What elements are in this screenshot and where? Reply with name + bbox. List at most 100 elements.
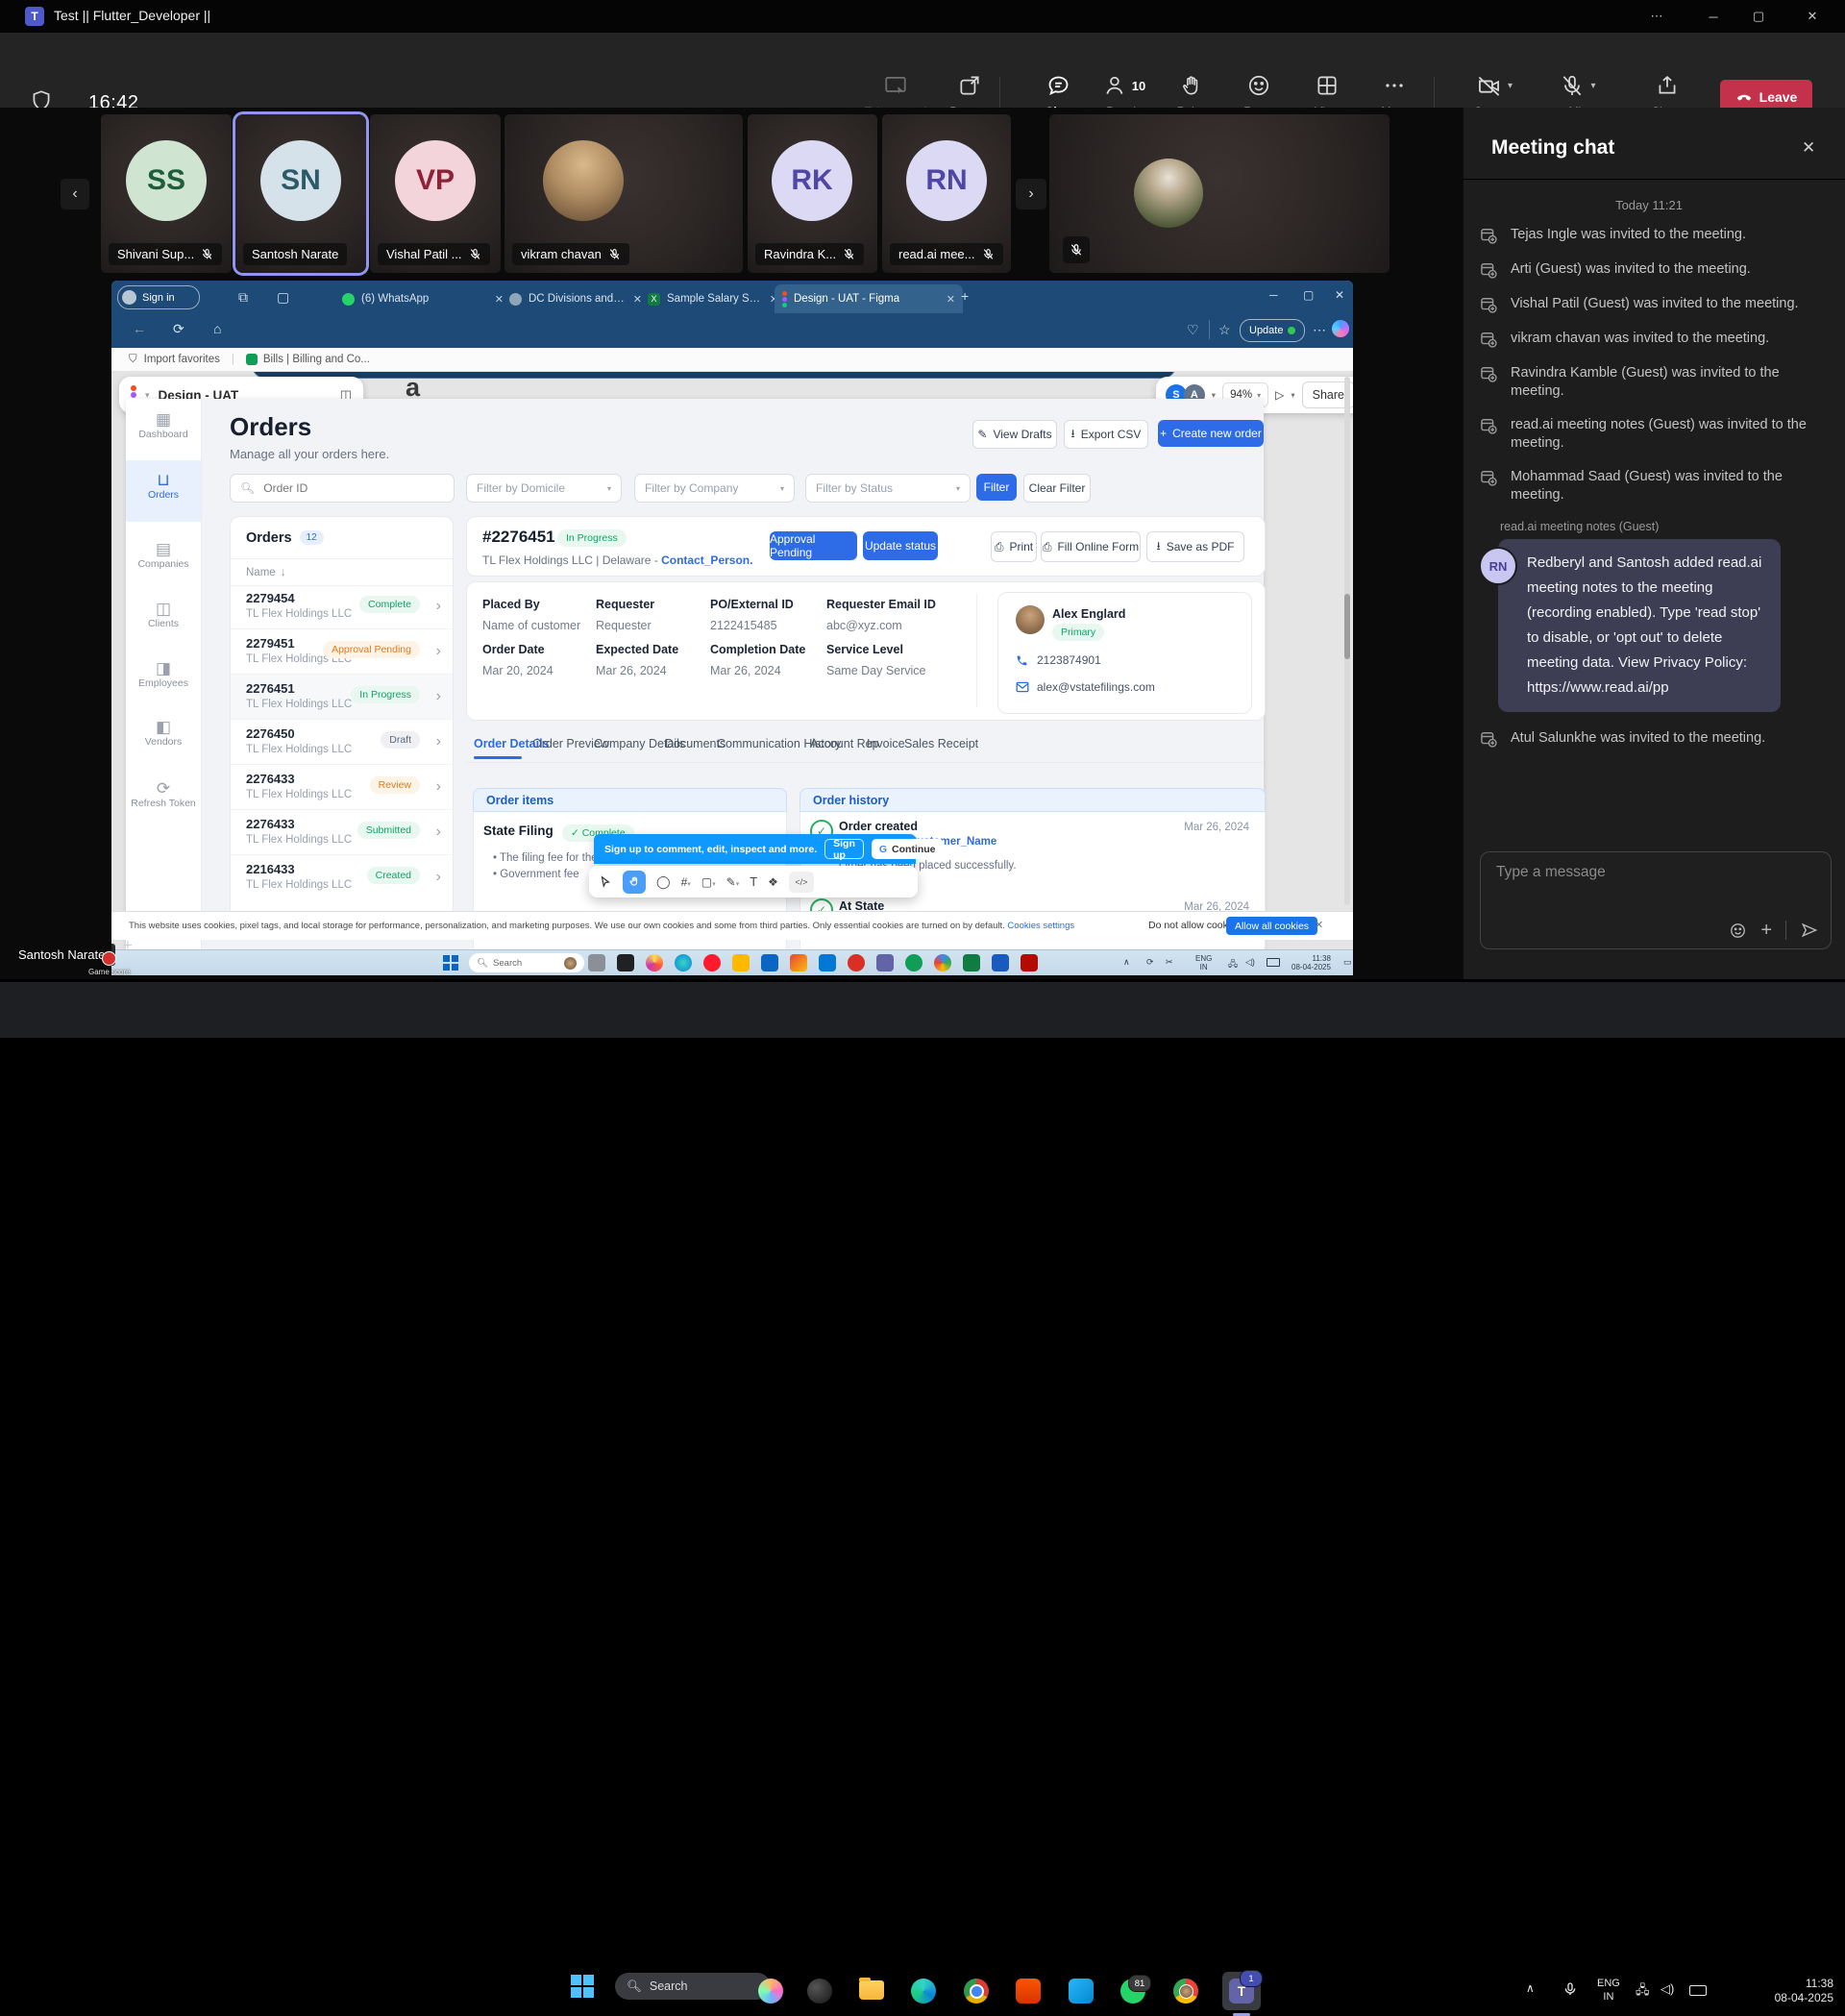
search-box-shared[interactable]: 🔍︎ Search	[469, 953, 584, 972]
close-button[interactable]: ✕	[1791, 0, 1833, 33]
tab-sales-receipt[interactable]: Sales Receipt	[904, 737, 978, 750]
copilot-icon[interactable]	[1332, 320, 1349, 337]
minimize-button[interactable]: ─	[1692, 0, 1734, 33]
message-input[interactable]	[1494, 862, 1815, 914]
sidebar-item-vendors[interactable]: ◧Vendors	[126, 719, 201, 748]
pinned-app-icon[interactable]	[790, 954, 807, 971]
save-as-pdf-button[interactable]: ⭳Save as PDF	[1146, 531, 1244, 562]
sidebar-item-clients[interactable]: ◫Clients	[126, 601, 201, 629]
close-chat-icon[interactable]: ✕	[1802, 138, 1815, 158]
tab-invoice[interactable]: Invoice	[867, 737, 905, 750]
edge-icon[interactable]	[911, 1979, 936, 2004]
order-row[interactable]: 2276433 TL Flex Holdings LLC Submitted ›	[231, 810, 453, 855]
participant-tile[interactable]: SS Shivani Sup...	[101, 114, 232, 273]
browser-tab-active[interactable]: Design - UAT - Figma ✕	[775, 284, 963, 313]
back-icon[interactable]: ←	[133, 321, 146, 336]
emoji-icon[interactable]	[1729, 922, 1747, 940]
pinned-app-icon[interactable]	[703, 954, 721, 971]
present-play-icon[interactable]: ▷	[1275, 388, 1284, 402]
filter-button[interactable]: Filter	[976, 474, 1017, 501]
browser-close-button[interactable]: ✕	[1335, 288, 1344, 302]
sidebar-item-refresh-token[interactable]: ⟳Refresh Token	[126, 780, 201, 809]
canvas-scrollbar[interactable]	[1344, 377, 1350, 905]
export-csv-button[interactable]: ⭳Export CSV	[1064, 420, 1148, 449]
clear-filter-button[interactable]: Clear Filter	[1023, 474, 1091, 503]
bookmark-import[interactable]: Import favorites	[144, 354, 220, 365]
participant-tile-active-speaker[interactable]: SN Santosh Narate	[235, 114, 366, 273]
sidebar-item-companies[interactable]: ▤Companies	[126, 541, 201, 570]
update-status-button[interactable]: Update status	[863, 531, 938, 560]
sidebar-item-orders[interactable]: ⊔Orders	[126, 472, 201, 501]
tray-mic-icon[interactable]	[1562, 1981, 1578, 1997]
notifications-icon[interactable]: ▭	[1343, 957, 1352, 968]
google-continue-button[interactable]: GContinue	[872, 839, 944, 859]
hand-tool-icon-active[interactable]	[623, 871, 646, 894]
shape-tool-icon[interactable]: ▢▾	[701, 875, 716, 889]
order-id-search[interactable]: 🔍︎	[230, 474, 455, 503]
teams-icon-active[interactable]: T 1	[1222, 1972, 1261, 2010]
order-id-input[interactable]	[261, 480, 419, 496]
close-tab-icon[interactable]: ✕	[947, 293, 955, 306]
start-button-shared[interactable]	[443, 955, 458, 971]
scroll-tiles-right-button[interactable]: ›	[1016, 179, 1046, 209]
print-button[interactable]: ⎙Print	[991, 531, 1037, 562]
refresh-icon[interactable]: ⟳	[173, 321, 184, 337]
participant-tile[interactable]: vikram chavan	[504, 114, 743, 273]
pinned-app-icon[interactable]	[646, 954, 663, 971]
order-row[interactable]: 2276450 TL Flex Holdings LLC Draft ›	[231, 720, 453, 765]
tray-chevron-icon[interactable]: ∧	[1123, 957, 1130, 968]
figma-signup-button[interactable]: Sign up	[824, 839, 864, 859]
bookmark-bills[interactable]: Bills | Billing and Co...	[263, 354, 370, 365]
frame-tool-icon[interactable]: #▾	[681, 875, 691, 889]
browser-essentials-icon[interactable]: ♡	[1187, 322, 1199, 338]
scroll-tiles-left-button[interactable]: ‹	[61, 179, 89, 209]
pinned-app-icon[interactable]	[963, 954, 980, 971]
pinned-app-icon[interactable]	[819, 954, 836, 971]
approval-pending-button[interactable]: Approval Pending	[770, 531, 857, 560]
pinned-app-icon[interactable]	[617, 954, 634, 971]
send-icon[interactable]	[1800, 921, 1819, 940]
chrome-icon[interactable]	[964, 1979, 989, 2004]
widgets-icon[interactable]	[807, 1979, 832, 2004]
browser-tab[interactable]: (6) WhatsApp ✕	[334, 284, 511, 313]
maximize-button[interactable]: ▢	[1737, 0, 1780, 33]
participant-tile[interactable]: RK Ravindra K...	[748, 114, 877, 273]
language-indicator[interactable]: ENGIN	[1597, 1977, 1620, 2004]
attach-plus-icon[interactable]: +	[1760, 922, 1772, 939]
dev-mode-toggle[interactable]: </>	[789, 872, 814, 893]
participant-tile[interactable]: RN read.ai mee...	[882, 114, 1011, 273]
more-window-options-icon[interactable]: ⋯	[1636, 0, 1678, 33]
browser-minimize-button[interactable]: ─	[1269, 288, 1278, 302]
contact-email[interactable]: alex@vstatefilings.com	[1037, 680, 1155, 694]
pinned-app-icon[interactable]	[732, 954, 750, 971]
battery-icon[interactable]	[1689, 1985, 1707, 1996]
order-row[interactable]: 2279454 TL Flex Holdings LLC Complete ›	[231, 584, 453, 629]
text-tool-icon[interactable]: T	[750, 874, 757, 889]
order-row[interactable]: 2279451 TL Flex Holdings LLC Approval Pe…	[231, 629, 453, 675]
pinned-app-icon[interactable]	[1021, 954, 1038, 971]
pinned-app-icon[interactable]	[905, 954, 922, 971]
camera-dropdown-chevron[interactable]: ▾	[1508, 81, 1513, 91]
mic-dropdown-chevron[interactable]: ▾	[1590, 81, 1595, 91]
filter-status-select[interactable]: Filter by Status▾	[805, 474, 971, 503]
filter-domicile-select[interactable]: Filter by Domicile▾	[466, 474, 622, 503]
fill-online-form-button[interactable]: ⎙Fill Online Form	[1041, 531, 1141, 562]
favorites-list-icon[interactable]: ☆	[1218, 322, 1231, 338]
pinned-app-icon[interactable]	[761, 954, 778, 971]
allow-cookies-button[interactable]: Allow all cookies	[1226, 917, 1317, 935]
contact-phone[interactable]: 2123874901	[1037, 653, 1101, 667]
components-icon[interactable]: ❖	[768, 875, 778, 889]
order-row[interactable]: 2216433 TL Flex Holdings LLC Created ›	[231, 855, 453, 899]
pinned-app-icon[interactable]	[675, 954, 692, 971]
browser-maximize-button[interactable]: ▢	[1303, 288, 1314, 302]
language-indicator-shared[interactable]: ENGIN	[1195, 954, 1212, 971]
copilot-icon[interactable]	[758, 1979, 783, 2004]
sort-arrow-icon[interactable]: ↓	[281, 567, 286, 578]
update-browser-button[interactable]: Update	[1240, 319, 1305, 342]
volume-icon[interactable]: ◁)	[1660, 1981, 1674, 1997]
participant-tile-wide[interactable]	[1049, 114, 1390, 273]
file-explorer-icon[interactable]	[859, 1980, 884, 2000]
create-new-order-button[interactable]: +Create new order	[1158, 420, 1264, 447]
brave-icon[interactable]	[1016, 1979, 1041, 2004]
filter-company-select[interactable]: Filter by Company▾	[634, 474, 795, 503]
